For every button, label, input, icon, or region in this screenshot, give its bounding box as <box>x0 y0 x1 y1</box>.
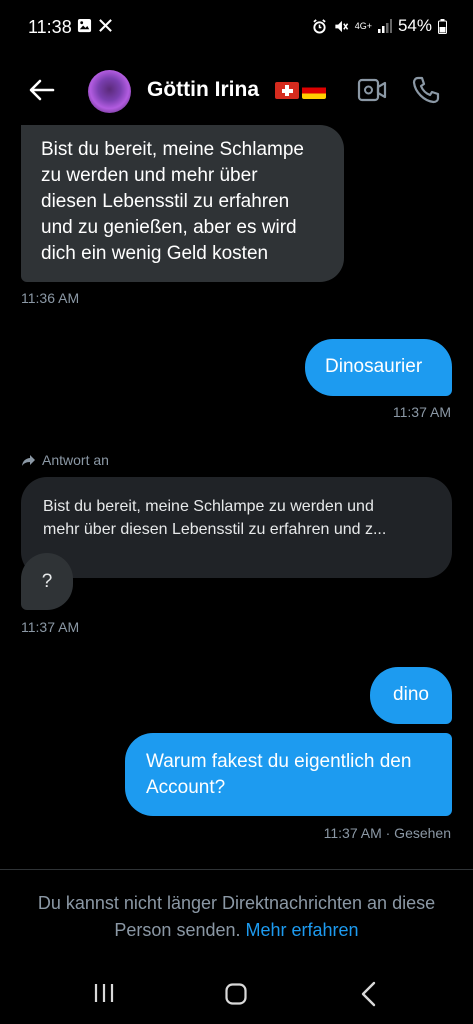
message-bubble-incoming[interactable]: ? <box>21 553 73 610</box>
message-timestamp: 11:36 AM <box>21 290 80 306</box>
network-type: 4G+ <box>354 20 372 31</box>
avatar[interactable] <box>88 70 131 113</box>
message-timestamp: 11:37 AM <box>392 404 451 420</box>
message-bubble-outgoing[interactable]: Warum fakest du eigentlich den Account? <box>125 733 452 816</box>
reply-arrow-icon <box>22 454 35 466</box>
mute-icon <box>335 20 348 32</box>
learn-more-link[interactable]: Mehr erfahren <box>246 920 359 940</box>
dm-restricted-notice: Du kannst nicht länger Direktnachrichten… <box>20 890 453 944</box>
message-bubble-outgoing[interactable]: Dinosaurier <box>305 339 452 396</box>
phone-icon <box>412 76 440 104</box>
quoted-message[interactable]: Bist du bereit, meine Schlampe zu werden… <box>21 477 452 578</box>
message-bubble-outgoing[interactable]: dino <box>370 667 452 724</box>
alarm-icon <box>313 18 326 34</box>
recent-apps-icon <box>94 984 114 1002</box>
home-button[interactable] <box>224 982 248 1006</box>
recent-apps-button[interactable] <box>93 982 115 1004</box>
system-back-button[interactable] <box>359 981 379 1007</box>
conversation-header: Göttin Irina <box>0 60 473 122</box>
status-bar: 11:38 4G+ 54% <box>0 0 473 56</box>
phone-call-button[interactable] <box>411 75 441 105</box>
message-timestamp: 11:37 AM <box>21 619 80 635</box>
home-icon <box>225 983 247 1005</box>
battery-percent: 54% <box>397 16 432 35</box>
video-call-icon <box>357 78 387 102</box>
german-flag <box>302 82 326 99</box>
flag-emojis <box>275 82 326 99</box>
back-button[interactable] <box>24 74 60 106</box>
status-time: 11:38 <box>28 17 72 37</box>
reply-label: Antwort an <box>21 452 109 468</box>
system-navigation-bar <box>0 968 473 1024</box>
swiss-flag <box>275 82 299 99</box>
message-timestamp-seen: 11:37 AM · Gesehen <box>323 825 451 841</box>
message-bubble-incoming[interactable]: Bist du bereit, meine Schlampe zu werden… <box>21 125 344 282</box>
video-call-button[interactable] <box>357 77 389 105</box>
back-arrow-icon <box>29 79 55 101</box>
divider <box>0 869 473 870</box>
contact-name[interactable]: Göttin Irina <box>147 78 259 102</box>
gallery-icon <box>77 18 92 33</box>
battery-icon <box>438 18 447 34</box>
x-logo-icon <box>99 19 112 32</box>
chevron-left-icon <box>361 981 376 1007</box>
notice-text: Du kannst nicht länger Direktnachrichten… <box>37 893 436 940</box>
signal-icon <box>377 19 392 33</box>
